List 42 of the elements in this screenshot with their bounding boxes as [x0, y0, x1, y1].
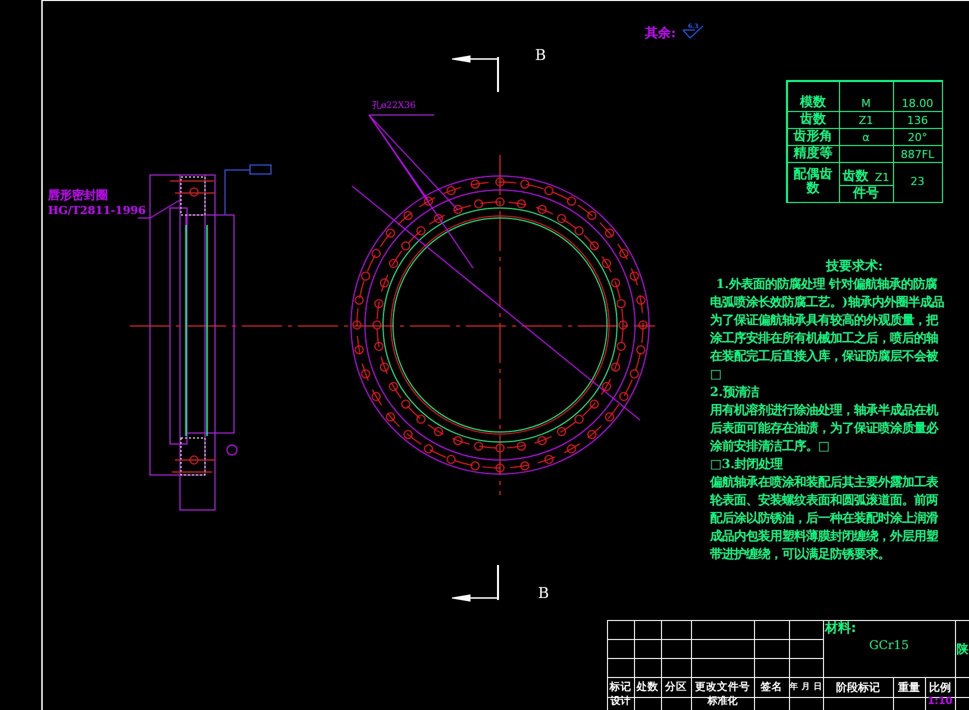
- requirement-text: 偏航轴承在喷涂和装配后其主要外露加工表: [710, 473, 938, 491]
- seal-callout-label: 唇形密封圈: [48, 189, 108, 201]
- table-header: 阶段标记: [835, 680, 881, 696]
- table-cell-text: 1:10: [926, 697, 954, 709]
- table-header: 比例: [928, 680, 952, 696]
- surface-roughness-icon: [682, 26, 704, 39]
- requirement-text: 涂工序安排在所有机械加工之后，喷后的轴: [710, 329, 938, 347]
- company-name: 陕: [956, 640, 969, 658]
- requirement-text: 2.预清洁: [710, 383, 759, 401]
- requirement-text: □3.封闭处理: [710, 455, 783, 473]
- material-label: 材料:: [825, 622, 856, 635]
- requirements-title: 技要求术:: [826, 258, 883, 275]
- table-header: 分区: [664, 680, 688, 695]
- requirement-text: 在装配完工后直接入库，保证防腐层不会被: [710, 347, 938, 365]
- material-value: GCr15: [869, 639, 909, 651]
- requirement-text: 成品内包装用塑料薄膜封闭缠绕，外层用塑: [710, 527, 938, 545]
- hole-callout-label: 孔ø22X36: [372, 102, 416, 111]
- table-header: 标记: [608, 680, 632, 695]
- table-header: 年 月 日: [789, 680, 823, 694]
- table-cell: 齿数 Z1: [838, 162, 894, 186]
- requirement-text: 配后涂以防锈油，后一种在装配时涂上润滑: [710, 509, 938, 527]
- requirement-text: 用有机溶剂进行除油处理，轴承半成品在机: [710, 401, 938, 419]
- table-header: 签名: [760, 680, 784, 695]
- requirement-text: 带进护缠绕，可以满足防锈要求。: [710, 545, 890, 563]
- table-header: 重量: [897, 680, 921, 696]
- requirement-text: 电弧喷涂长效防腐工艺。)轴承内外圈半成品: [710, 293, 944, 311]
- section-arrow: [452, 565, 499, 602]
- requirement-text: 后表面可能存在油渍，为了保证喷涂质量必: [710, 419, 938, 437]
- table-cell: 精度等: [786, 144, 840, 162]
- table-header: 更改文件号: [694, 680, 751, 695]
- section-arrow: [452, 55, 499, 92]
- requirement-text: 为了保证偏航轴承具有较高的外观质量，把: [710, 311, 938, 329]
- table-header: 处数: [635, 680, 660, 695]
- surface-note-label: 其余:: [645, 27, 676, 40]
- table-cell: 模数: [786, 80, 840, 112]
- requirement-text: 涂前安排清洁工序。□: [710, 437, 830, 455]
- section-label: B: [535, 48, 546, 63]
- section-label: B: [538, 586, 550, 601]
- seal-callout-label: HG/T2811-1996: [48, 205, 146, 216]
- requirement-text: □: [710, 365, 722, 383]
- requirement-text: 轮表面、安装螺纹表面和圆弧滚道面。前两: [710, 491, 938, 509]
- requirement-text: 1.外表面的防腐处理 针对偏航轴承的防腐: [715, 275, 938, 293]
